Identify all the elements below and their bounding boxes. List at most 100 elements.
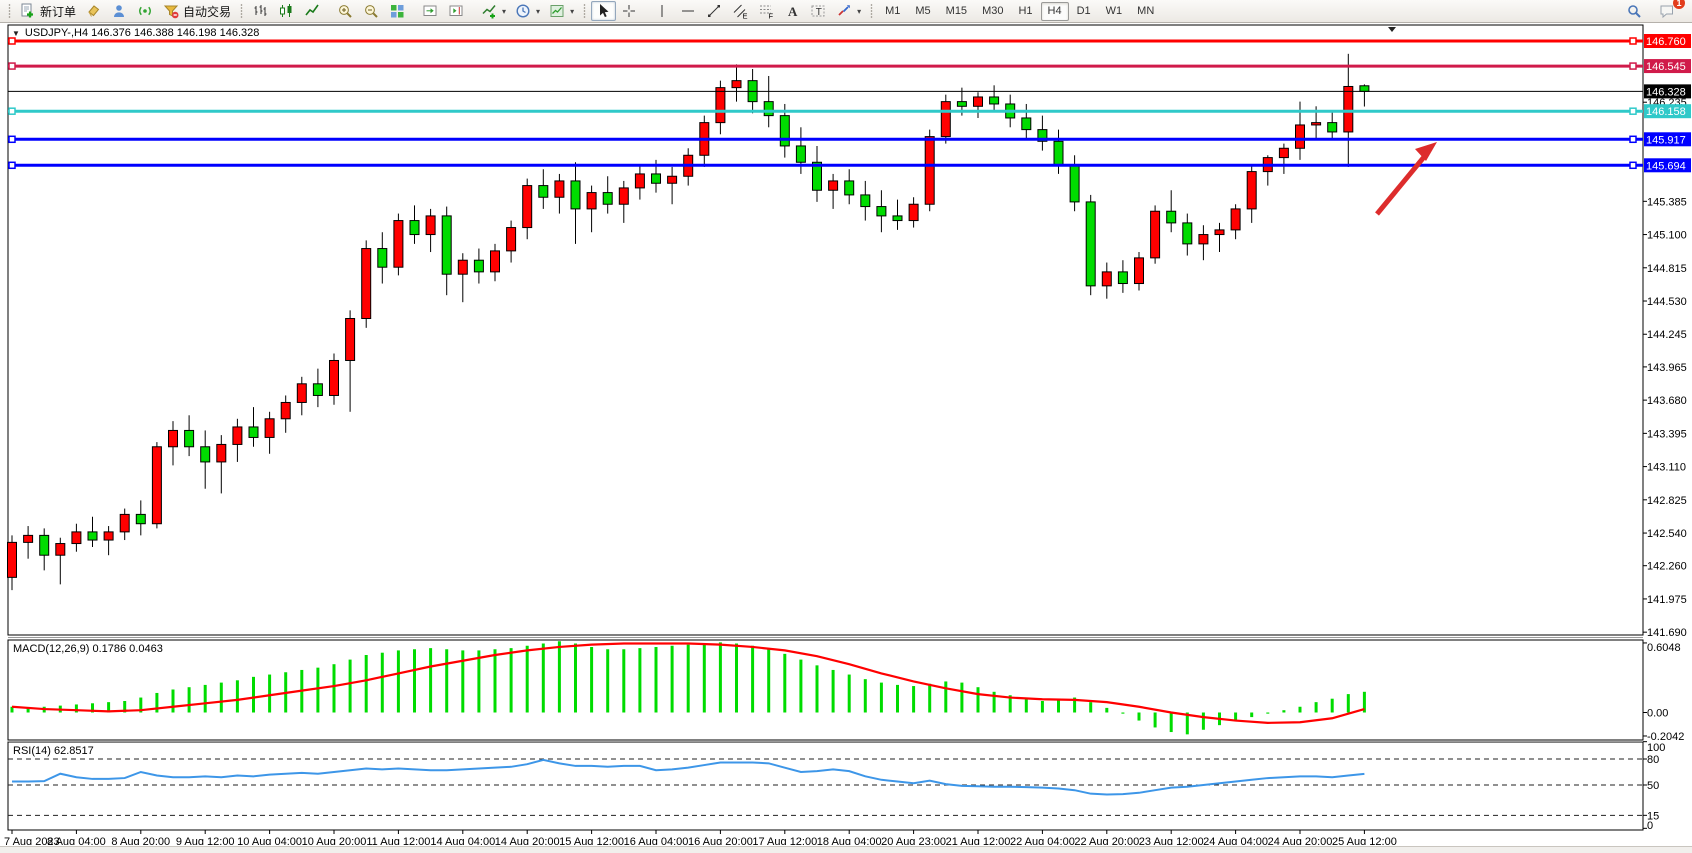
time-tick-label: 15 Aug 12:00: [559, 836, 624, 845]
autotrade-icon: [163, 3, 180, 19]
auto-scroll-icon: [422, 3, 439, 19]
crosshair-icon: [621, 3, 638, 19]
arrow-annotation[interactable]: [1377, 142, 1437, 214]
time-tick-label: 16 Aug 04:00: [624, 836, 689, 845]
tile-icon: [389, 3, 406, 19]
dropdown-caret-icon: ▾: [570, 7, 574, 16]
symbol-dropdown-icon[interactable]: ▼: [12, 29, 20, 38]
price-tick-label: 144.815: [1647, 263, 1687, 275]
chart-canvas[interactable]: 146.235145.385145.100144.815144.530144.2…: [0, 24, 1692, 845]
zoom-in-button[interactable]: [333, 1, 358, 21]
timeframe-w1-button[interactable]: W1: [1099, 2, 1130, 21]
time-axis[interactable]: 7 Aug 20238 Aug 04:008 Aug 20:009 Aug 12…: [4, 830, 1397, 845]
rsi-indicator-label: RSI(14) 62.8517: [13, 745, 94, 757]
line-handle[interactable]: [1630, 108, 1636, 114]
rsi-tick-label: 50: [1647, 780, 1659, 792]
time-tick-label: 24 Aug 04:00: [1203, 836, 1268, 845]
timeframe-m5-button[interactable]: M5: [908, 2, 937, 21]
price-tick-label: 144.245: [1647, 329, 1687, 341]
time-tick-label: 20 Aug 23:00: [881, 836, 946, 845]
chart-bars-icon: [252, 3, 269, 19]
candlestick-mode-button[interactable]: [274, 1, 299, 21]
templates-button[interactable]: ▾: [545, 1, 578, 21]
autotrade-button[interactable]: 自动交易: [159, 1, 235, 21]
candles: [8, 54, 1369, 590]
price-tick-label: 141.690: [1647, 627, 1687, 639]
time-tick-label: 14 Aug 20:00: [495, 836, 560, 845]
line-chart-mode-button[interactable]: [300, 1, 325, 21]
mt4-window: 新订单 自动交易 ▾ ▾ ▾ E F AT ▾ M1M5M15M30H1H4D1W1MN 1 146…: [0, 0, 1692, 853]
timeframe-mn-button[interactable]: MN: [1130, 2, 1161, 21]
price-axis[interactable]: 146.235145.385145.100144.815144.530144.2…: [1643, 34, 1691, 639]
timeframe-m30-button[interactable]: M30: [975, 2, 1010, 21]
price-line-label: 145.917: [1646, 134, 1686, 146]
chart-shift-button[interactable]: [444, 1, 469, 21]
line-handle[interactable]: [9, 136, 15, 142]
zoom-out-button[interactable]: [359, 1, 384, 21]
chart-shift-marker-icon[interactable]: [1388, 27, 1396, 32]
dropdown-caret-icon: ▾: [502, 7, 506, 16]
auto-scroll-button[interactable]: [418, 1, 443, 21]
line-handle[interactable]: [1630, 136, 1636, 142]
line-handle[interactable]: [1630, 162, 1636, 168]
line-handle[interactable]: [9, 63, 15, 69]
text-button[interactable]: A: [780, 1, 805, 21]
cursor-icon: [595, 3, 612, 19]
horizontal-lines[interactable]: [8, 38, 1643, 168]
price-tick-label: 141.975: [1647, 594, 1687, 606]
profile-icon: [111, 3, 128, 19]
new-order-button[interactable]: 新订单: [16, 1, 80, 21]
cursor-button[interactable]: [591, 1, 616, 21]
timeframe-d1-button[interactable]: D1: [1070, 2, 1098, 21]
styles-button[interactable]: [81, 1, 106, 21]
crosshair-button[interactable]: [617, 1, 642, 21]
price-tick-label: 145.385: [1647, 196, 1687, 208]
price-tick-label: 143.680: [1647, 395, 1687, 407]
channel-button[interactable]: E: [728, 1, 753, 21]
autotrade-label: 自动交易: [183, 3, 231, 20]
search-button[interactable]: [1622, 1, 1647, 21]
trendline-button[interactable]: [702, 1, 727, 21]
timeframe-m1-button[interactable]: M1: [878, 2, 907, 21]
timeframe-m15-button[interactable]: M15: [939, 2, 974, 21]
arrows-button[interactable]: ▾: [832, 1, 865, 21]
line-handle[interactable]: [1630, 63, 1636, 69]
vertical-line-button[interactable]: [650, 1, 675, 21]
time-tick-label: 25 Aug 12:00: [1332, 836, 1397, 845]
time-tick-label: 18 Aug 04:00: [817, 836, 882, 845]
notifications-button[interactable]: 1: [1655, 1, 1680, 21]
rsi-line: [12, 760, 1364, 795]
time-tick-label: 8 Aug 04:00: [47, 836, 106, 845]
timeframe-h4-button[interactable]: H4: [1041, 2, 1069, 21]
price-line-label: 146.760: [1646, 36, 1686, 48]
time-tick-label: 22 Aug 04:00: [1010, 836, 1075, 845]
profile-button[interactable]: [107, 1, 132, 21]
bar-chart-mode-button[interactable]: [248, 1, 273, 21]
price-tick-label: 143.395: [1647, 428, 1687, 440]
toolbar-handle: [869, 3, 874, 19]
new-order-icon: [20, 3, 37, 19]
vline-icon: [654, 3, 671, 19]
clock-icon: [515, 3, 532, 19]
periods-button[interactable]: ▾: [511, 1, 544, 21]
chart-title-text: USDJPY-,H4 146.376 146.388 146.198 146.3…: [25, 27, 259, 39]
svg-text:F: F: [769, 12, 774, 20]
dropdown-caret-icon: ▾: [857, 7, 861, 16]
horizontal-line-button[interactable]: [676, 1, 701, 21]
signal-button[interactable]: [133, 1, 158, 21]
toolbar-handle: [582, 3, 587, 19]
text-label-button[interactable]: T: [806, 1, 831, 21]
tline-icon: [706, 3, 723, 19]
line-handle[interactable]: [9, 162, 15, 168]
line-handle[interactable]: [1630, 38, 1636, 44]
tile-windows-button[interactable]: [385, 1, 410, 21]
price-line-label: 145.694: [1646, 160, 1686, 172]
chart-shift-icon: [448, 3, 465, 19]
fibonacci-button[interactable]: F: [754, 1, 779, 21]
text-a-icon: A: [784, 3, 801, 19]
toolbar-handle: [239, 3, 244, 19]
time-tick-label: 24 Aug 20:00: [1268, 836, 1333, 845]
indicators-button[interactable]: ▾: [477, 1, 510, 21]
line-handle[interactable]: [9, 108, 15, 114]
timeframe-h1-button[interactable]: H1: [1011, 2, 1039, 21]
